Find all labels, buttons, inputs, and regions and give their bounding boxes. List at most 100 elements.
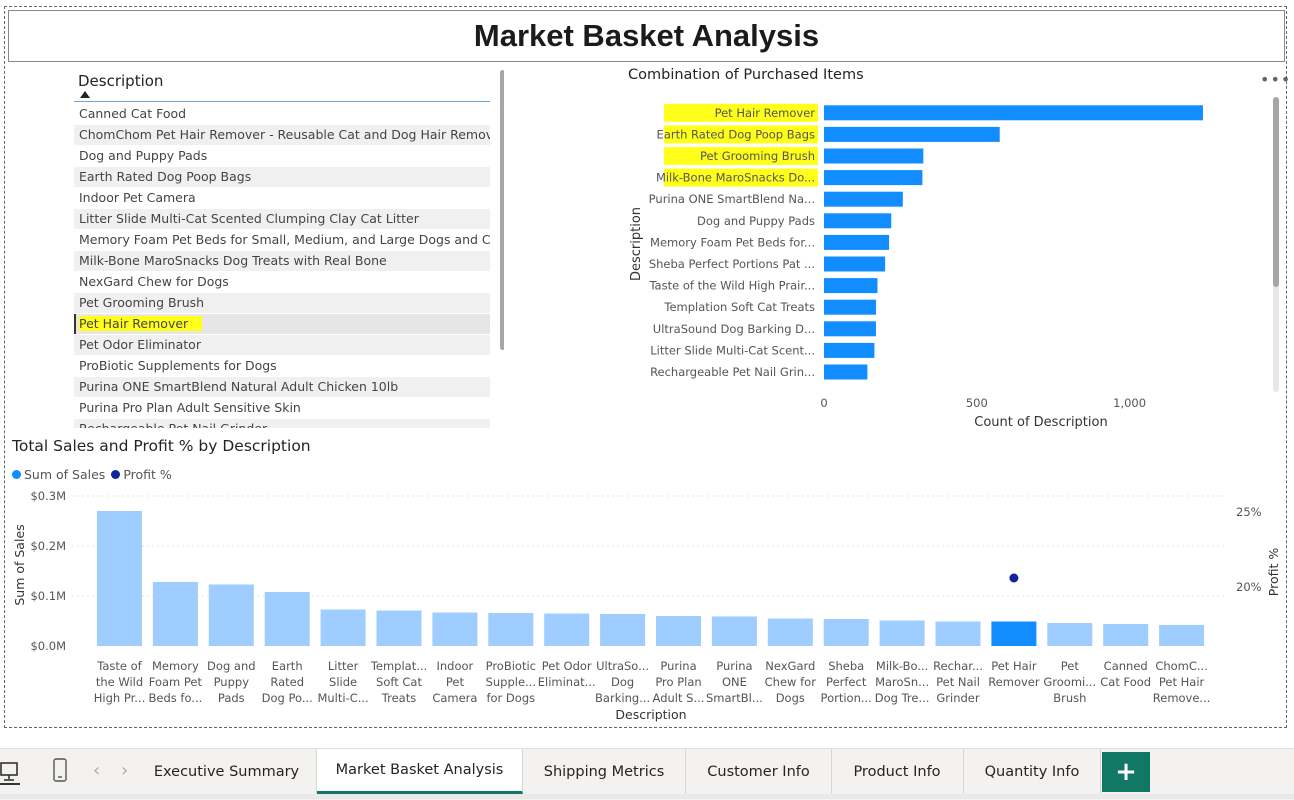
prev-page-icon[interactable]: ‹ bbox=[93, 760, 100, 781]
tab-product-info[interactable]: Product Info bbox=[831, 749, 964, 794]
bar[interactable] bbox=[432, 612, 478, 647]
x-tick-label: Slide bbox=[329, 675, 357, 689]
chart-scrollbar[interactable] bbox=[1273, 97, 1279, 287]
slicer-item-label: Purina Pro Plan Adult Sensitive Skin bbox=[79, 400, 301, 415]
x-tick-label: Taste of bbox=[96, 659, 142, 673]
slicer-item[interactable]: Dog and Puppy Pads bbox=[74, 146, 490, 166]
bar[interactable] bbox=[711, 616, 757, 647]
slicer-item-label: Purina ONE SmartBlend Natural Adult Chic… bbox=[79, 379, 399, 394]
tab-executive-summary[interactable]: Executive Summary bbox=[137, 749, 317, 794]
bottom-strip bbox=[0, 794, 1294, 799]
bar[interactable] bbox=[208, 584, 254, 647]
bar[interactable] bbox=[824, 191, 903, 207]
x-tick-label: SmartBl... bbox=[706, 691, 763, 705]
bar[interactable] bbox=[824, 256, 886, 272]
page-tab-bar: ‹ › Executive Summary Market Basket Analy… bbox=[0, 748, 1294, 800]
x-tick-label: 500 bbox=[966, 396, 988, 410]
combo-chart-title: Total Sales and Profit % by Description bbox=[12, 437, 311, 455]
slicer-item-label: Pet Odor Eliminator bbox=[79, 337, 201, 352]
y2-tick-label: 20% bbox=[1236, 580, 1262, 594]
slicer-item-label: Earth Rated Dog Poop Bags bbox=[79, 169, 252, 184]
more-options-icon[interactable]: ••• bbox=[1260, 70, 1291, 89]
bar[interactable] bbox=[1159, 625, 1205, 646]
slicer-item[interactable]: ProBiotic Supplements for Dogs bbox=[74, 356, 490, 376]
bar[interactable] bbox=[824, 234, 890, 250]
bar[interactable] bbox=[824, 321, 876, 337]
bar[interactable] bbox=[824, 148, 924, 164]
bar[interactable] bbox=[823, 619, 869, 646]
y-tick-label: Earth Rated Dog Poop Bags bbox=[657, 127, 815, 141]
bar[interactable] bbox=[656, 616, 701, 646]
profit-point[interactable] bbox=[1009, 573, 1019, 583]
x-tick-label: the Wild bbox=[96, 675, 143, 689]
slicer-divider bbox=[74, 101, 490, 102]
slicer-item[interactable]: Pet Hair Remover bbox=[74, 314, 490, 334]
x-tick-label: Pet Hair bbox=[991, 659, 1037, 673]
slicer-item[interactable]: Milk-Bone MaroSnacks Dog Treats with Rea… bbox=[74, 251, 490, 271]
tab-quantity-info[interactable]: Quantity Info bbox=[964, 749, 1101, 794]
desktop-layout-icon[interactable] bbox=[0, 761, 20, 783]
x-tick-label: Indoor bbox=[437, 659, 474, 673]
slicer-item[interactable]: Rechargeable Pet Nail Grinder bbox=[74, 419, 490, 428]
bar[interactable] bbox=[824, 342, 875, 358]
slicer-item[interactable]: Canned Cat Food bbox=[74, 104, 490, 124]
sort-ascending-icon[interactable] bbox=[80, 91, 90, 98]
slicer-item[interactable]: Litter Slide Multi-Cat Scented Clumping … bbox=[74, 209, 490, 229]
bar[interactable] bbox=[1047, 623, 1093, 646]
slicer-item[interactable]: Pet Odor Eliminator bbox=[74, 335, 490, 355]
slicer-item-label: Memory Foam Pet Beds for Small, Medium, … bbox=[79, 232, 490, 247]
y-tick-label: $0.3M bbox=[30, 489, 66, 503]
x-tick-label: Eliminat... bbox=[538, 675, 596, 689]
bar[interactable] bbox=[824, 126, 1000, 142]
bar[interactable] bbox=[824, 105, 1203, 121]
slicer-item-label: Milk-Bone MaroSnacks Dog Treats with Rea… bbox=[79, 253, 387, 268]
x-tick-label: Chew for bbox=[765, 675, 817, 689]
x-tick-label: Supple... bbox=[486, 675, 536, 689]
slicer-item[interactable]: NexGard Chew for Dogs bbox=[74, 272, 490, 292]
bar[interactable] bbox=[824, 364, 868, 380]
slicer-scrollbar[interactable] bbox=[500, 70, 504, 350]
x-tick-label: Puppy bbox=[214, 675, 250, 689]
slicer-item[interactable]: Pet Grooming Brush bbox=[74, 293, 490, 313]
add-page-button[interactable]: + bbox=[1102, 752, 1150, 792]
bar[interactable] bbox=[152, 582, 198, 646]
bar[interactable] bbox=[1103, 624, 1149, 646]
bar[interactable] bbox=[97, 511, 142, 646]
x-tick-label: ProBiotic bbox=[486, 659, 536, 673]
bar[interactable] bbox=[991, 621, 1037, 647]
slicer-item[interactable]: ChomChom Pet Hair Remover - Reusable Cat… bbox=[74, 125, 490, 145]
description-slicer[interactable]: Description Canned Cat Food ChomChom Pet … bbox=[74, 66, 504, 428]
x-tick-label: Dog and bbox=[207, 659, 255, 673]
bar[interactable] bbox=[767, 618, 813, 647]
bar[interactable] bbox=[320, 609, 366, 647]
bar[interactable] bbox=[824, 170, 923, 186]
x-tick-label: Purina bbox=[660, 659, 696, 673]
tab-customer-info[interactable]: Customer Info bbox=[686, 749, 832, 794]
bar[interactable] bbox=[264, 592, 310, 646]
purchased-items-bar-chart: Pet Hair Remover Earth Rated Dog Poop Bag… bbox=[629, 103, 1203, 430]
slicer-item-label: Canned Cat Food bbox=[79, 106, 187, 121]
bar[interactable] bbox=[824, 278, 878, 294]
y-tick-label: Pet Grooming Brush bbox=[700, 149, 815, 163]
bar[interactable] bbox=[600, 614, 646, 646]
slicer-item-label: ProBiotic Supplements for Dogs bbox=[79, 358, 277, 373]
bar[interactable] bbox=[935, 621, 981, 647]
next-page-icon[interactable]: › bbox=[121, 760, 128, 781]
slicer-item[interactable]: Indoor Pet Camera bbox=[74, 188, 490, 208]
slicer-item[interactable]: Earth Rated Dog Poop Bags bbox=[74, 167, 490, 187]
bar[interactable] bbox=[376, 610, 422, 647]
bar[interactable] bbox=[824, 299, 876, 315]
bar[interactable] bbox=[879, 620, 925, 647]
slicer-item[interactable]: Purina ONE SmartBlend Natural Adult Chic… bbox=[74, 377, 490, 397]
bar[interactable] bbox=[488, 613, 534, 646]
mobile-layout-icon[interactable] bbox=[52, 758, 68, 784]
slicer-item[interactable]: Memory Foam Pet Beds for Small, Medium, … bbox=[74, 230, 490, 250]
tab-market-basket-analysis[interactable]: Market Basket Analysis bbox=[317, 749, 523, 794]
bar[interactable] bbox=[824, 213, 892, 229]
x-tick-label: Memory bbox=[152, 659, 199, 673]
bar[interactable] bbox=[544, 613, 590, 647]
tab-shipping-metrics[interactable]: Shipping Metrics bbox=[523, 749, 686, 794]
slicer-item[interactable]: Purina Pro Plan Adult Sensitive Skin bbox=[74, 398, 490, 418]
x-tick-label: Cat Food bbox=[1100, 675, 1151, 689]
y-tick-label: Rechargeable Pet Nail Grin... bbox=[650, 365, 815, 379]
